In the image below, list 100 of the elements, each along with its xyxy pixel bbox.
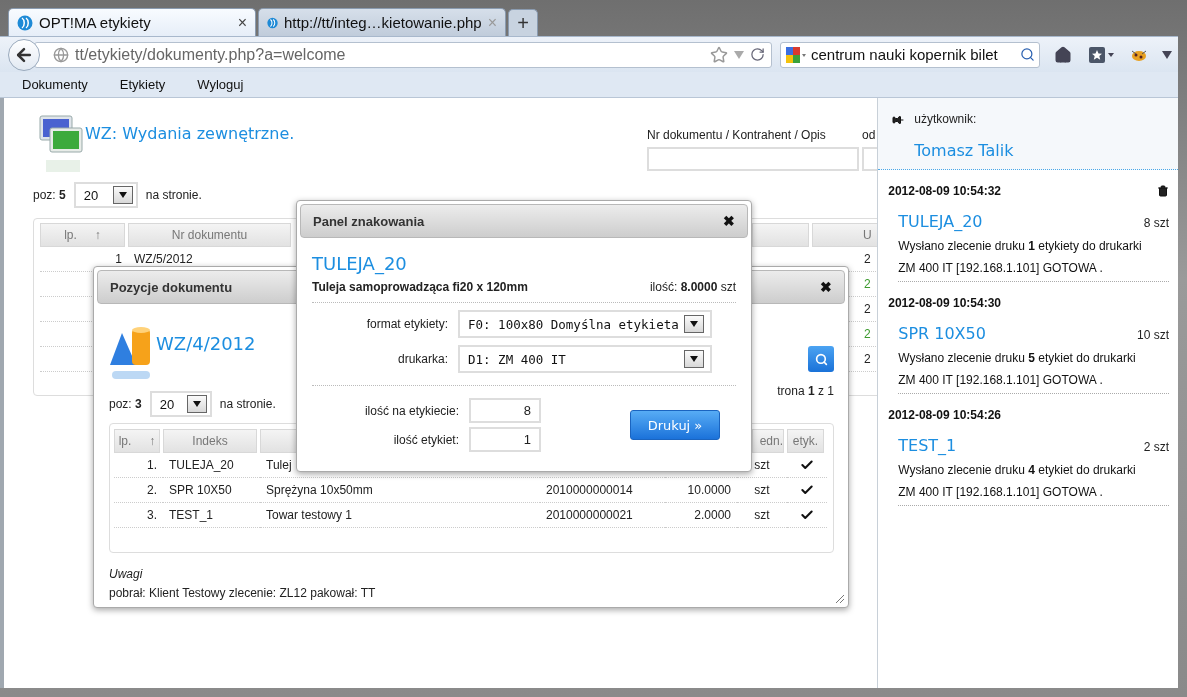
address-field[interactable]: tt/etykiety/dokumenty.php?a=welcome — [34, 41, 772, 68]
page-size-select[interactable]: 20 — [73, 182, 138, 208]
resize-grip-icon[interactable] — [835, 594, 845, 604]
per-page-label: na stronie. — [145, 188, 202, 202]
table-cell: Sprężyna 10x50mm — [266, 483, 373, 497]
trash-icon[interactable] — [1157, 185, 1169, 197]
input-field[interactable]: 1 — [469, 427, 541, 452]
field-label: format etykiety: — [365, 317, 448, 331]
table-cell: 2 — [864, 327, 871, 341]
table-cell: TEST_1 — [169, 508, 213, 522]
pin-icon — [892, 114, 905, 126]
table-cell: szt — [754, 508, 770, 522]
entry-quantity: 10 szt — [1137, 328, 1169, 342]
search-icon[interactable] — [1020, 47, 1035, 62]
caret-icon — [112, 186, 133, 204]
product-code: TULEJA_20 — [312, 253, 408, 274]
table-cell: 2. — [147, 483, 157, 497]
notes-text: pobrał: Klient Testowy zlecenie: ZL12 pakował: TT — [109, 586, 376, 600]
search-input[interactable] — [647, 147, 859, 171]
table-cell: 1 — [115, 252, 122, 266]
page-title: WZ: Wydania zewnętrzne. — [85, 124, 296, 143]
page-size-select[interactable]: 20 — [149, 391, 212, 417]
entry-item: SPR 10X50 — [898, 324, 986, 343]
table-cell: 2010000000021 — [546, 508, 633, 522]
menu-item[interactable]: Etykiety — [119, 77, 166, 92]
column-header[interactable]: Indeks — [163, 429, 257, 453]
browser-tab[interactable]: OPT!MA etykiety × — [8, 8, 256, 36]
browser-tab[interactable]: http://tt/integ…kietowanie.php × — [258, 8, 506, 36]
notes-label: Uwagi — [109, 567, 143, 581]
bookmark-star-icon[interactable] — [710, 45, 728, 64]
entry-message: Wysłano zlecenie druku 5 etykiet do drukarki ZM 400 IT [192.168.1.101] GOTOWA . — [898, 351, 1136, 387]
table-cell: 2 — [864, 302, 871, 316]
table-cell: 2010000000014 — [546, 483, 633, 497]
user-name: Tomasz Talik — [914, 141, 1015, 162]
dialog-title: Panel znakowania — [313, 213, 425, 229]
dropdown-field[interactable]: D1: ZM 400 IT — [458, 345, 712, 373]
close-icon[interactable]: ✖ — [820, 279, 832, 295]
globe-icon — [53, 46, 69, 63]
menu-item[interactable]: Dokumenty — [22, 77, 88, 92]
field-label: ilość etykiet: — [392, 432, 459, 447]
table-cell: 2 — [864, 352, 871, 366]
close-tab-icon[interactable]: × — [237, 13, 247, 32]
table-cell: 3. — [147, 508, 157, 522]
document-number: WZ/4/2012 — [156, 333, 256, 354]
search-button[interactable] — [808, 346, 834, 372]
column-header[interactable]: lp. ↑ — [114, 429, 160, 453]
item-count: poz: 3 — [109, 397, 142, 411]
quantity-text: ilość: 8.0000 szt — [649, 280, 736, 294]
per-page-label: na stronie. — [219, 397, 276, 411]
close-icon[interactable]: ✖ — [723, 213, 735, 229]
table-cell: szt — [754, 458, 770, 472]
entry-quantity: 2 szt — [1143, 440, 1169, 454]
print-button[interactable]: Drukuj » — [630, 410, 720, 440]
site-logo-icon — [17, 14, 33, 31]
table-cell: 2 — [864, 277, 871, 291]
table-cell: 2 — [864, 252, 871, 266]
caret-icon — [684, 315, 704, 333]
caret-icon — [186, 395, 207, 413]
bookmarks-icon[interactable] — [1088, 45, 1114, 64]
entry-message: Wysłano zlecenie druku 1 etykiety do drukarki ZM 400 IT [192.168.1.101] GOTOWA . — [898, 239, 1142, 275]
table-cell: szt — [754, 483, 770, 497]
input-field[interactable]: 8 — [469, 398, 541, 423]
entry-item: TEST_1 — [898, 436, 957, 455]
item-count: poz: 5 — [33, 188, 66, 202]
reload-icon[interactable] — [750, 47, 765, 62]
search-engine-icon[interactable] — [785, 45, 807, 64]
entry-time: 2012-08-09 10:54:26 — [888, 408, 1001, 422]
user-label: użytkownik: — [914, 112, 978, 128]
search-icon — [814, 352, 828, 366]
caret-icon — [684, 350, 704, 368]
column-header[interactable]: lp. ↑ — [40, 223, 125, 247]
field-label: drukarka: — [396, 352, 448, 366]
table-cell: Tulej — [266, 458, 292, 472]
entry-time: 2012-08-09 10:54:32 — [888, 184, 1001, 198]
table-cell: 1. — [147, 458, 157, 472]
menu-item[interactable]: Wyloguj — [197, 77, 244, 92]
search-field[interactable]: centrum nauki kopernik bilet — [780, 41, 1040, 68]
menu-dropdown-icon[interactable] — [1162, 50, 1172, 59]
new-tab-button[interactable]: + — [508, 9, 538, 36]
entry-quantity: 8 szt — [1143, 216, 1169, 230]
table-cell: 10.0000 — [687, 483, 731, 497]
home-icon[interactable] — [1054, 45, 1072, 64]
dropdown-field[interactable]: F0: 100x80 Domyślna etykieta — [458, 310, 712, 338]
column-header[interactable]: etyk. — [787, 429, 824, 453]
entry-time: 2012-08-09 10:54:30 — [888, 296, 1001, 310]
column-header[interactable]: U — [812, 223, 878, 247]
date-from-label: od — [862, 128, 877, 142]
product-description: Tuleja samoprowadząca fi20 x 120mm — [312, 280, 528, 294]
table-cell: TULEJA_20 — [169, 458, 234, 472]
dialog-title: Pozycje dokumentu — [110, 279, 233, 295]
table-cell: Towar testowy 1 — [266, 508, 353, 522]
table-cell: WZ/5/2012 — [134, 252, 193, 266]
table-cell: SPR 10X50 — [169, 483, 232, 497]
entry-message: Wysłano zlecenie druku 4 etykiet do drukarki ZM 400 IT [192.168.1.101] GOTOWA . — [898, 463, 1136, 499]
column-header[interactable]: Nr dokumentu — [128, 223, 291, 247]
page-indicator: trona 1 z 1 — [777, 384, 834, 398]
back-button[interactable] — [8, 38, 40, 71]
column-header[interactable]: edn. — [752, 429, 784, 453]
entry-item: TULEJA_20 — [898, 212, 983, 231]
field-label: ilość na etykiecie: — [363, 403, 459, 418]
